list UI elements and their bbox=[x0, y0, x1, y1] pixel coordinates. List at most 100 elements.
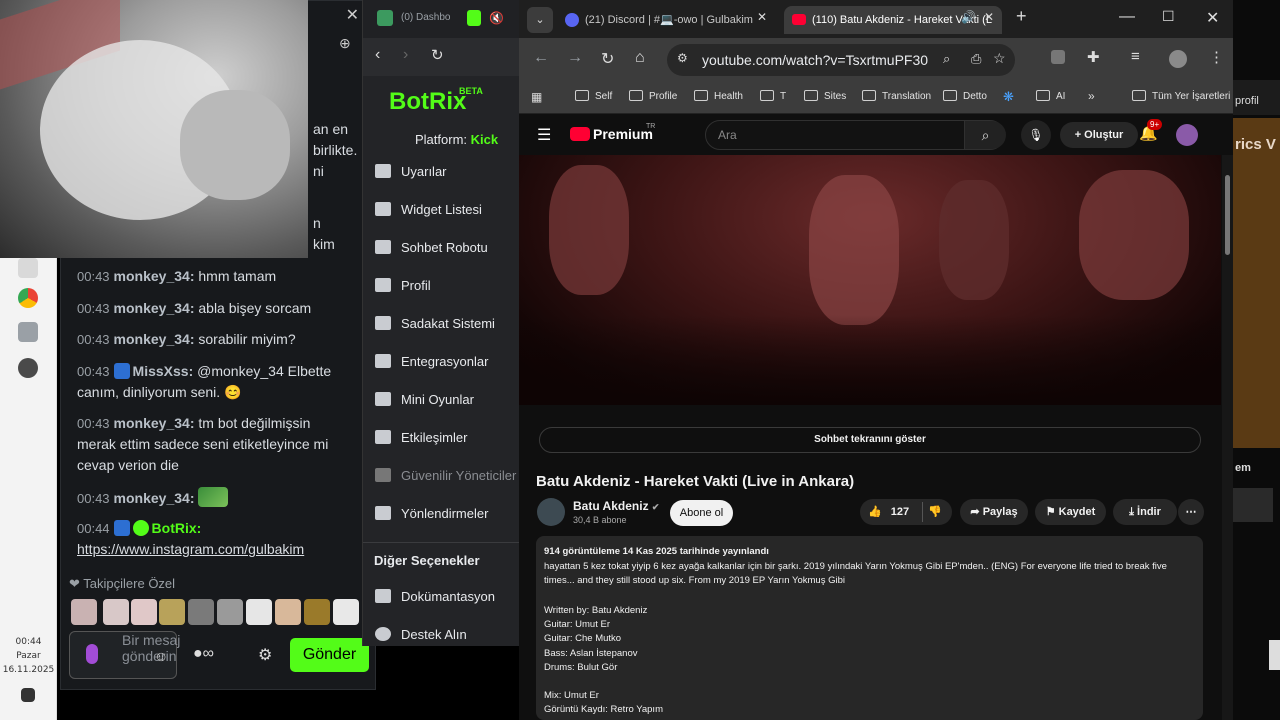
close-window-icon[interactable]: ✕ bbox=[1206, 8, 1219, 28]
show-chat-button[interactable]: Sohbet tekranını göster bbox=[539, 427, 1201, 453]
scrollbar-thumb[interactable] bbox=[1225, 175, 1230, 255]
menu-widget-list[interactable]: Widget Listesi bbox=[375, 199, 525, 221]
bookmark-profile[interactable]: Profile bbox=[629, 90, 677, 104]
star-icon[interactable]: ☆ bbox=[993, 50, 1006, 67]
obs-icon[interactable] bbox=[18, 358, 38, 378]
channel-name[interactable]: Batu Akdeniz ✔ bbox=[573, 499, 659, 513]
emote-icon[interactable] bbox=[275, 599, 301, 625]
reload-icon[interactable]: ↻ bbox=[601, 49, 614, 69]
thumbs-down-icon[interactable]: 👎 bbox=[928, 499, 942, 525]
emote-icon[interactable] bbox=[304, 599, 330, 625]
bookmark-health[interactable]: Health bbox=[694, 90, 743, 104]
chat-message[interactable]: 00:43 monkey_34: hmm tamam bbox=[77, 266, 352, 287]
emote-icon[interactable] bbox=[217, 599, 243, 625]
forward-icon[interactable]: → bbox=[567, 49, 583, 67]
app-icon[interactable] bbox=[18, 322, 38, 342]
maximize-icon[interactable]: ☐ bbox=[1162, 8, 1175, 25]
bookmark-sites[interactable]: Sites bbox=[804, 90, 846, 104]
extension-icon[interactable] bbox=[1051, 50, 1065, 64]
butterfly-icon[interactable]: ❋ bbox=[1003, 89, 1014, 105]
puzzle-icon[interactable]: ✚ bbox=[1087, 48, 1100, 66]
create-button[interactable]: + Oluştur bbox=[1060, 122, 1138, 148]
bookmark-ai[interactable]: AI bbox=[1036, 90, 1065, 104]
chat-message[interactable]: 00:43 monkey_34: tm bot değilmişsin merak… bbox=[77, 413, 352, 476]
chat-link[interactable]: https://www.instagram.com/gulbakim bbox=[77, 541, 304, 557]
gear-icon[interactable]: ⚙ bbox=[258, 645, 272, 665]
avatar[interactable] bbox=[1169, 50, 1187, 68]
audio-icon[interactable]: 🔊 bbox=[961, 10, 976, 24]
menu-icon[interactable]: ☰ bbox=[537, 125, 551, 145]
menu-redirects[interactable]: Yönlendirmeler bbox=[375, 503, 525, 525]
chat-message[interactable]: 00:43 monkey_34: sorabilir miyim? bbox=[77, 329, 352, 350]
menu-interactions[interactable]: Etkileşimler bbox=[375, 427, 525, 449]
back-icon[interactable]: ‹ bbox=[375, 46, 380, 64]
minimize-icon[interactable]: — bbox=[1119, 8, 1135, 26]
close-tab-icon[interactable]: ✕ bbox=[757, 10, 767, 24]
forward-icon[interactable]: › bbox=[403, 46, 408, 64]
video-player[interactable] bbox=[519, 155, 1221, 405]
back-icon[interactable]: ← bbox=[533, 49, 549, 67]
new-tab-icon[interactable]: + bbox=[1016, 6, 1027, 27]
chrome-icon[interactable] bbox=[18, 288, 38, 308]
bookmark-all[interactable]: Tüm Yer İşaretleri bbox=[1132, 90, 1230, 104]
emoji-icon[interactable]: ☺ bbox=[154, 648, 168, 664]
settings-icon[interactable] bbox=[18, 258, 38, 278]
tab-dashboard[interactable]: (0) Dashbo bbox=[401, 12, 450, 23]
more-icon[interactable]: ⋮ bbox=[1209, 48, 1224, 66]
chat-message-input[interactable]: Bir mesaj gönderin ☺ bbox=[69, 631, 180, 679]
address-bar[interactable]: ⚙ youtube.com/watch?v=TsxrtmuPF30 ⌕ ⎙ ☆ bbox=[667, 44, 1015, 76]
emote-icon[interactable] bbox=[333, 599, 359, 625]
more-bookmarks-icon[interactable]: » bbox=[1088, 89, 1095, 103]
emote-icon[interactable] bbox=[188, 599, 214, 625]
kick-tab-icon[interactable] bbox=[467, 10, 481, 26]
emote-icon[interactable] bbox=[103, 599, 129, 625]
menu-profile[interactable]: Profil bbox=[375, 275, 525, 297]
muted-icon[interactable]: 🔇 bbox=[489, 11, 504, 25]
scrollbar[interactable] bbox=[1222, 155, 1233, 720]
menu-integrations[interactable]: Entegrasyonlar bbox=[375, 351, 525, 373]
side-tab[interactable] bbox=[1269, 640, 1280, 670]
bookmark-self[interactable]: Self bbox=[575, 90, 612, 104]
save-button[interactable]: ⚑ Kaydet bbox=[1035, 499, 1106, 525]
media-icon[interactable]: ≡ bbox=[1131, 48, 1140, 65]
emote-icon[interactable] bbox=[71, 599, 97, 625]
menu-documentation[interactable]: Dokümantasyon bbox=[375, 586, 525, 608]
microphone-icon[interactable]: 🎙 bbox=[1021, 120, 1051, 150]
subscribe-button[interactable]: Abone ol bbox=[670, 500, 733, 526]
menu-mini-games[interactable]: Mini Oyunlar bbox=[375, 389, 525, 411]
emote-icon[interactable] bbox=[131, 599, 157, 625]
bookmark-detto[interactable]: Detto bbox=[943, 90, 987, 104]
menu-loyalty[interactable]: Sadakat Sistemi bbox=[375, 313, 525, 335]
channel-avatar[interactable] bbox=[537, 498, 565, 526]
zoom-icon[interactable]: ⊕ bbox=[339, 35, 351, 52]
notification-icon[interactable] bbox=[21, 688, 35, 702]
emote-icon[interactable] bbox=[159, 599, 185, 625]
more-actions-button[interactable]: ⋯ bbox=[1178, 499, 1204, 525]
close-tab-icon[interactable]: ✕ bbox=[984, 10, 994, 24]
apps-icon[interactable]: ▦ bbox=[531, 90, 542, 104]
bookmark-translation[interactable]: Translation bbox=[862, 90, 931, 104]
bookmark-t[interactable]: T bbox=[760, 90, 786, 104]
menu-trusted-moderators[interactable]: Güvenilir Yöneticiler bbox=[375, 465, 525, 487]
menu-chatbot[interactable]: Sohbet Robotu bbox=[375, 237, 525, 259]
tab-search-icon[interactable]: ⌄ bbox=[527, 7, 553, 33]
points-icon[interactable]: ●∞ bbox=[193, 645, 214, 663]
description-box[interactable]: 914 görüntüleme 14 Kas 2025 tarihinde ya… bbox=[536, 536, 1203, 720]
chat-message[interactable]: 00:44 BotRix: https://www.instagram.com/g… bbox=[77, 518, 352, 560]
emote-icon[interactable] bbox=[246, 599, 272, 625]
close-icon[interactable]: ✕ bbox=[309, 5, 359, 29]
install-icon[interactable]: ⎙ bbox=[971, 51, 981, 67]
menu-alerts[interactable]: Uyarılar bbox=[375, 161, 525, 183]
tab-discord[interactable]: (21) Discord | #💻-owo | Gulbakim bbox=[557, 6, 779, 34]
menu-support[interactable]: Destek Alın bbox=[375, 624, 525, 646]
download-button[interactable]: ⤓ İndir bbox=[1113, 499, 1177, 525]
chat-message[interactable]: 00:43 monkey_34: abla bişey sorcam bbox=[77, 298, 352, 319]
youtube-logo-icon[interactable] bbox=[570, 127, 590, 141]
chat-message[interactable]: 00:43 MissXss: @monkey_34 Elbette canım, … bbox=[77, 361, 352, 403]
send-button[interactable]: Gönder bbox=[290, 638, 369, 672]
avatar[interactable] bbox=[1176, 124, 1198, 146]
share-button[interactable]: ➦ Paylaş bbox=[960, 499, 1028, 525]
site-info-icon[interactable]: ⚙ bbox=[677, 51, 688, 65]
home-icon[interactable]: ⌂ bbox=[635, 49, 645, 67]
like-button[interactable]: 👍 127 👎 bbox=[860, 499, 952, 525]
